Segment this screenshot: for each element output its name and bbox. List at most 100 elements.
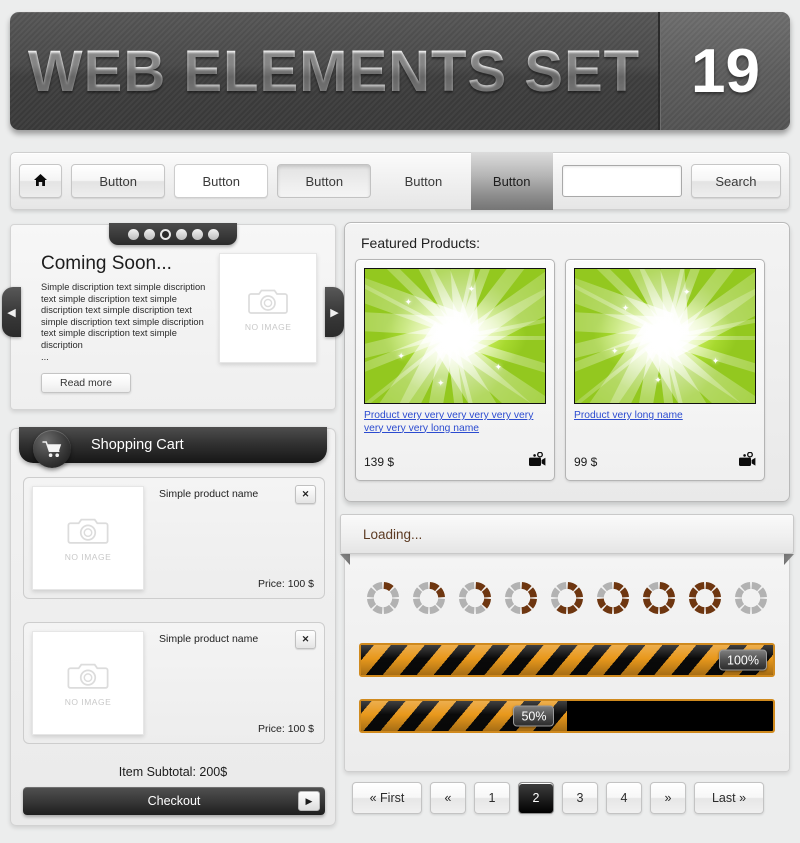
chevron-right-icon: ▶	[330, 306, 339, 319]
slider-content: Coming Soon... Simple discription text s…	[11, 225, 335, 403]
pagination-page-2-label: 2	[532, 791, 540, 805]
cart-item-price: Price: 100 $	[257, 578, 314, 590]
nav-button-4-label: Button	[404, 173, 443, 189]
slider-text-column: Coming Soon... Simple discription text s…	[41, 253, 205, 394]
progress-bar-full: 100%	[359, 643, 775, 677]
nav-button-3[interactable]: Button	[277, 164, 372, 198]
sparkle-icon: ✦	[654, 375, 662, 386]
cart-item-placeholder-label: NO IMAGE	[64, 697, 112, 707]
slider-panel: ◀ ▶ Coming Soon... Simple discription te…	[2, 223, 344, 410]
slider-dot-1[interactable]	[127, 228, 139, 240]
sparkle-icon: ✦	[683, 286, 691, 297]
loading-header-ribbon: Loading...	[340, 514, 794, 554]
spinner-icon-frame-9	[733, 580, 769, 621]
pagination-page-1-label: 1	[488, 791, 496, 805]
slider-dots	[109, 223, 237, 245]
sparkle-icon: ✦	[621, 302, 630, 313]
sparkle-icon: ✦	[467, 284, 476, 295]
spinner-icon-frame-2	[411, 580, 447, 621]
nav-button-1[interactable]: Button	[71, 164, 166, 198]
pagination-page-4-label: 4	[620, 791, 628, 805]
product-image: ✦ ✦ ✦ ✦ ✦	[574, 268, 756, 404]
read-more-button[interactable]: Read more	[41, 373, 131, 394]
pagination-last-button[interactable]: Last »	[694, 782, 764, 814]
slider-image-placeholder: NO IMAGE	[219, 253, 317, 363]
cart-subtotal: Item Subtotal: 200$	[118, 765, 228, 779]
slider-prev-button[interactable]: ◀	[2, 287, 21, 337]
nav-button-2[interactable]: Button	[174, 164, 269, 198]
product-name-link[interactable]: Product very very very very very very ve…	[364, 410, 546, 435]
page-title: WEB ELEMENTS SET	[27, 38, 641, 104]
nav-button-1-label: Button	[99, 173, 137, 189]
camera-icon	[67, 514, 109, 550]
search-box[interactable]: +	[561, 165, 739, 197]
product-name-link[interactable]: Product very long name	[574, 410, 756, 423]
read-more-label: Read more	[60, 377, 112, 390]
pagination-last-label: Last »	[711, 791, 747, 805]
sparkle-icon: ✦	[404, 297, 413, 308]
pagination-prev-label: «	[444, 791, 452, 805]
spinner-icon-frame-8	[687, 580, 723, 621]
slider-dot-4[interactable]	[175, 228, 187, 240]
loading-body: 100% 50%	[344, 552, 790, 772]
cart-item-placeholder-label: NO IMAGE	[64, 552, 112, 562]
product-card[interactable]: ✦ ✦ ✦ ✦ ✦ Product very very very very ve…	[355, 259, 555, 481]
product-footer: 99 $	[574, 451, 756, 472]
sparkle-icon: ✦	[494, 361, 503, 372]
pagination-page-4[interactable]: 4	[606, 782, 642, 814]
navigation-bar: Button Button Button Button Button + Sea…	[10, 152, 790, 210]
loading-panel: Loading... 100% 50%	[340, 514, 794, 772]
pagination-prev-button[interactable]: «	[430, 782, 466, 814]
slider-dot-6[interactable]	[207, 228, 219, 240]
nav-button-3-label: Button	[305, 173, 344, 189]
cart-item-row: NO IMAGE Simple product name ✕ Price: 10…	[23, 477, 325, 599]
cart-item-remove-button[interactable]: ✕	[295, 485, 316, 504]
pagination-first-label: « First	[369, 791, 405, 805]
cart-item-remove-button[interactable]: ✕	[295, 630, 316, 649]
video-camera-icon	[737, 451, 756, 472]
pagination-page-1[interactable]: 1	[474, 782, 510, 814]
slider-dot-3-active[interactable]	[159, 228, 171, 240]
cart-item-name: Simple product name	[159, 488, 259, 500]
pagination-page-3[interactable]: 3	[562, 782, 598, 814]
cart-item-row: NO IMAGE Simple product name ✕ Price: 10…	[23, 622, 325, 744]
progress-percent-badge: 100%	[719, 649, 767, 671]
home-button[interactable]	[19, 164, 63, 198]
pagination-first-button[interactable]: « First	[352, 782, 422, 814]
featured-products-list: ✦ ✦ ✦ ✦ ✦ Product very very very very ve…	[355, 259, 779, 481]
nav-button-5-active[interactable]: Button	[470, 152, 553, 210]
pagination-page-2-active[interactable]: 2	[518, 782, 554, 814]
slider-next-button[interactable]: ▶	[325, 287, 344, 337]
loading-label: Loading...	[363, 526, 423, 542]
spinner-icon-frame-7	[641, 580, 677, 621]
sparkle-icon: ✦	[611, 345, 619, 356]
close-icon: ✕	[301, 489, 310, 499]
arrow-right-icon[interactable]: ▶	[298, 791, 320, 811]
sparkle-icon: ✦	[437, 377, 445, 388]
search-button-label: Search	[715, 173, 757, 189]
pagination-next-button[interactable]: »	[650, 782, 686, 814]
product-image: ✦ ✦ ✦ ✦ ✦	[364, 268, 546, 404]
spinner-icon-frame-5	[549, 580, 585, 621]
product-footer: 139 $	[364, 451, 546, 472]
product-price: 139 $	[364, 455, 395, 469]
nav-button-5-label: Button	[492, 173, 531, 189]
search-button[interactable]: Search	[690, 164, 781, 198]
pagination: « First « 1 2 3 4 » Last »	[352, 782, 764, 814]
checkout-button[interactable]: Checkout ▶	[23, 787, 325, 815]
home-icon	[33, 173, 48, 190]
video-camera-icon	[527, 451, 546, 472]
sparkle-icon: ✦	[397, 351, 405, 362]
spinner-icon-frame-1	[365, 580, 401, 621]
camera-icon	[248, 285, 289, 320]
nav-button-2-label: Button	[202, 173, 241, 189]
slider-dot-5[interactable]	[191, 228, 203, 240]
cart-item-image-placeholder: NO IMAGE	[32, 631, 144, 735]
slider-dot-2[interactable]	[143, 228, 155, 240]
product-card[interactable]: ✦ ✦ ✦ ✦ ✦ Product very long name 99 $	[565, 259, 765, 481]
nav-button-4[interactable]: Button	[380, 164, 466, 198]
featured-products-panel: Featured Products: ✦ ✦ ✦ ✦ ✦ Product ver…	[344, 222, 790, 502]
spinner-icon-frame-6	[595, 580, 631, 621]
sparkle-icon: ✦	[711, 356, 720, 367]
close-icon: ✕	[301, 634, 310, 644]
